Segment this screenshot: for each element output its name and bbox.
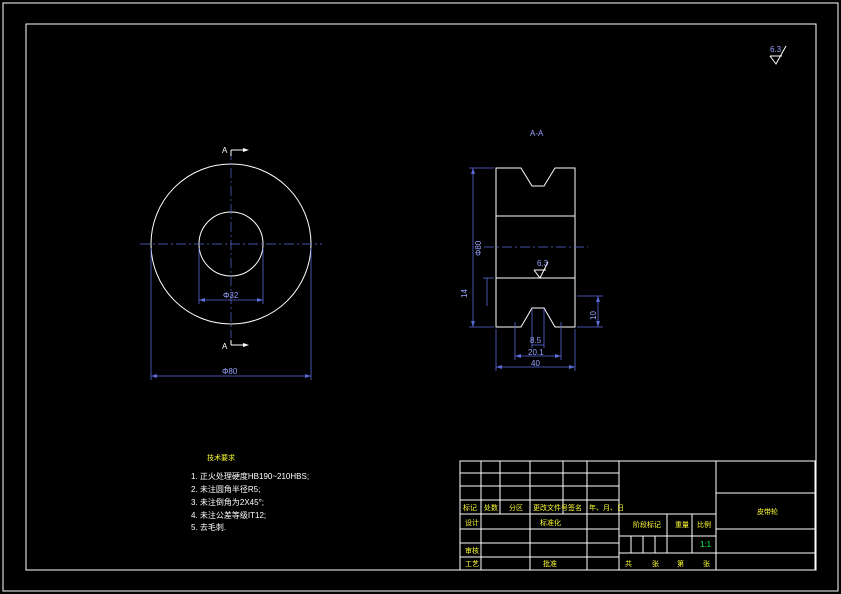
outer-dia-label: Φ80 bbox=[222, 367, 238, 376]
tech-req-item-5: 5. 去毛刺. bbox=[191, 522, 226, 532]
tb-sign: 签名 bbox=[568, 503, 582, 512]
tb-sheet-di: 第 bbox=[677, 559, 684, 568]
tech-req-item-3: 3. 未注倒角为2X45°; bbox=[191, 497, 264, 507]
tb-weight: 重量 bbox=[675, 521, 689, 529]
height-right-label: 10 bbox=[589, 311, 598, 320]
height-right-dimension: 10 bbox=[577, 295, 603, 328]
section-dia-dimension: Φ80 bbox=[469, 167, 494, 328]
bore-dia-label: Φ32 bbox=[223, 291, 239, 300]
height-left-dimension: 14 bbox=[460, 277, 494, 306]
technical-requirements: 技术要求 1. 正火处理硬度HB190~210HBS; 2. 未注圆角半径R5;… bbox=[191, 453, 309, 532]
width-label: 40 bbox=[531, 359, 540, 368]
section-arrow-top: A bbox=[222, 146, 249, 156]
title-block: 标记 处数 分区 更改文件号 签名 年、月、日 设计 标准化 审核 工艺 批准 … bbox=[459, 460, 816, 571]
section-dia-label: Φ80 bbox=[474, 240, 483, 256]
outer-border bbox=[2, 2, 839, 592]
tb-stage-mark: 阶段标记 bbox=[633, 520, 661, 529]
tb-review: 审核 bbox=[465, 546, 479, 555]
groove-top-label: 8.5 bbox=[530, 336, 542, 345]
front-view: A A Φ32 Φ80 bbox=[140, 146, 322, 380]
tb-sheet-zhang: 张 bbox=[652, 559, 659, 568]
drawing-canvas: 6.3 A A Φ32 Φ80 A-A 6.3 Φ80 14 10 8.5 20… bbox=[2, 2, 839, 592]
groove-mid-label: 20.1 bbox=[528, 348, 544, 357]
section-hatch-bottom bbox=[495, 277, 576, 328]
tb-standardize: 标准化 bbox=[540, 518, 561, 527]
section-view: A-A 6.3 Φ80 14 10 8.5 20.1 40 bbox=[460, 129, 603, 371]
roughness-label-corner: 6.3 bbox=[770, 45, 782, 54]
groove-top-dimension: 8.5 bbox=[530, 309, 545, 348]
tb-count: 处数 bbox=[484, 503, 498, 512]
tb-change-doc: 更改文件号 bbox=[533, 503, 568, 512]
tb-sheet-total: 共 bbox=[625, 559, 632, 568]
section-letter-bottom: A bbox=[222, 342, 228, 351]
tb-part-name: 皮带轮 bbox=[757, 507, 778, 516]
tb-approve: 批准 bbox=[543, 559, 557, 568]
inner-border bbox=[25, 23, 817, 571]
roughness-symbol-corner: 6.3 bbox=[769, 45, 787, 65]
tech-req-item-4: 4. 未注公差等级IT12; bbox=[191, 510, 266, 520]
tb-date: 年、月、日 bbox=[589, 503, 624, 512]
tb-scale: 比例 bbox=[697, 520, 711, 529]
tb-sheet-zhang2: 张 bbox=[703, 559, 710, 568]
tb-zone: 分区 bbox=[509, 503, 523, 512]
tech-req-item-2: 2. 未注圆角半径R5; bbox=[191, 484, 260, 494]
section-hatch-top bbox=[495, 167, 576, 217]
tb-process: 工艺 bbox=[465, 560, 479, 568]
tb-design: 设计 bbox=[465, 518, 479, 527]
section-title: A-A bbox=[530, 129, 544, 138]
roughness-label-bore: 6.3 bbox=[537, 259, 549, 268]
tb-mark: 标记 bbox=[463, 503, 477, 512]
tech-req-item-1: 1. 正火处理硬度HB190~210HBS; bbox=[191, 471, 309, 481]
roughness-symbol-bore: 6.3 bbox=[533, 259, 549, 279]
tb-scale-value: 1:1 bbox=[700, 540, 712, 549]
tech-req-title: 技术要求 bbox=[207, 453, 235, 462]
section-arrow-bottom: A bbox=[222, 340, 249, 351]
height-left-label: 14 bbox=[460, 289, 469, 298]
section-letter-top: A bbox=[222, 146, 228, 155]
